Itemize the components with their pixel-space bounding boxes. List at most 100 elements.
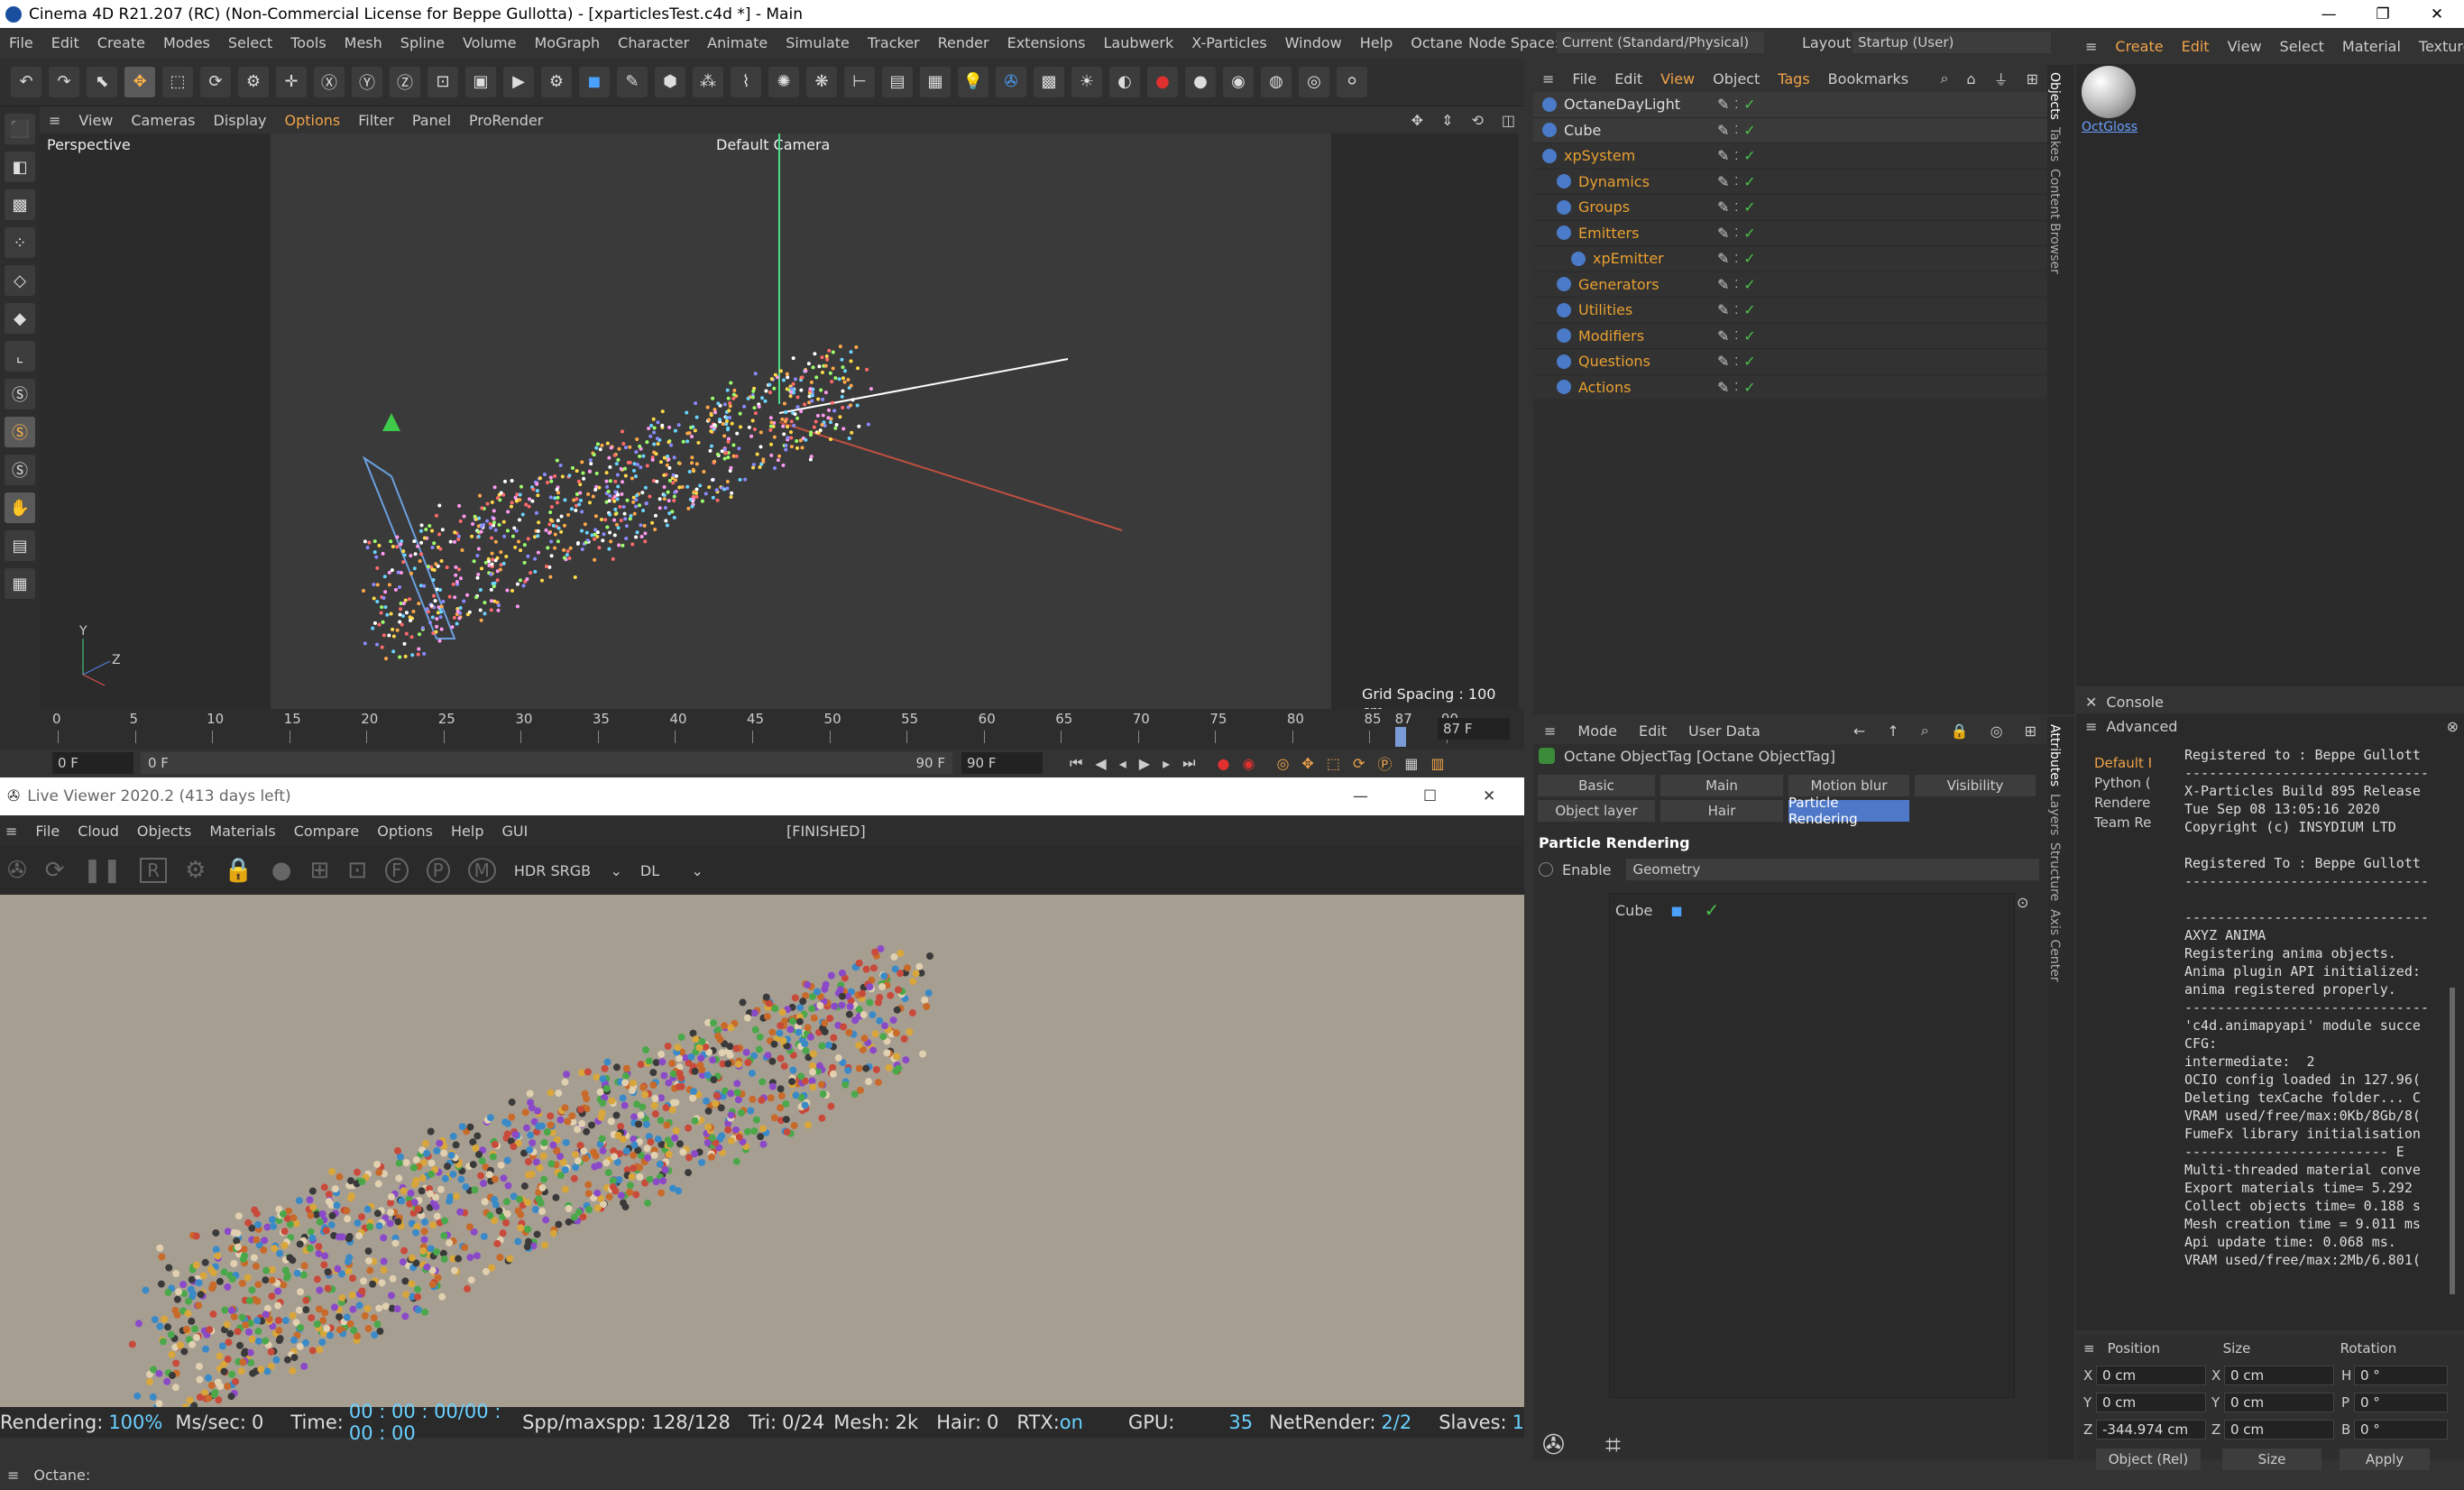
viewport-nav-move-icon[interactable]: ✥: [1411, 112, 1423, 129]
rotate-icon[interactable]: ⟳: [200, 66, 231, 97]
console-log[interactable]: Registered to : Beppe Gullott -----------…: [2184, 746, 2446, 1278]
key-position-icon[interactable]: ✥: [1301, 755, 1313, 772]
object-name[interactable]: Modifiers: [1578, 327, 1708, 345]
coord-panel-icon[interactable]: ≡: [2083, 1340, 2095, 1357]
mat-menu-material[interactable]: Material: [2342, 38, 2401, 55]
enabled-check-icon[interactable]: ✓: [1743, 122, 1755, 139]
enabled-check-icon[interactable]: ✓: [1743, 276, 1755, 293]
perspective-viewport[interactable]: Perspective Default Camera Grid Spacing …: [40, 133, 1519, 709]
object-name[interactable]: Cube: [1564, 122, 1708, 139]
lv-minimize-icon[interactable]: —: [1353, 787, 1368, 805]
object-name[interactable]: Generators: [1578, 276, 1708, 293]
key-param-icon[interactable]: Ⓟ: [1377, 752, 1392, 774]
enabled-check-icon[interactable]: ✓: [1743, 198, 1755, 216]
field-icon[interactable]: ✺: [768, 66, 799, 97]
xp-icon[interactable]: ❋: [806, 66, 837, 97]
lv-menu-gui[interactable]: GUI: [501, 823, 528, 840]
mat-menu-view[interactable]: View: [2228, 38, 2262, 55]
mat-menu-edit[interactable]: Edit: [2182, 38, 2210, 55]
size-field[interactable]: 0 cm: [2224, 1366, 2334, 1385]
subdivision-icon[interactable]: ⬢: [655, 66, 685, 97]
enabled-check-icon[interactable]: ✓: [1743, 147, 1755, 164]
visibility-dots-icon[interactable]: ⁚: [1734, 201, 1738, 214]
object-row[interactable]: Cube ✎ ⁚ ✓: [1533, 117, 2047, 143]
region-render-icon[interactable]: R: [140, 858, 168, 883]
workplane-icon[interactable]: ▤: [5, 530, 35, 561]
close-icon[interactable]: ✕: [2410, 5, 2464, 23]
enable-dropdown[interactable]: Geometry: [1625, 859, 2039, 880]
obj-menu-file[interactable]: File: [1572, 70, 1596, 87]
polygons-mode-icon[interactable]: ◆: [5, 303, 35, 334]
object-name[interactable]: Dynamics: [1578, 173, 1708, 190]
vp-menu-display[interactable]: Display: [214, 112, 267, 129]
menu-octane[interactable]: Octane: [1411, 34, 1462, 51]
menu-spline[interactable]: Spline: [400, 34, 445, 51]
lv-menu-objects[interactable]: Objects: [137, 823, 191, 840]
render-view-icon[interactable]: ▣: [465, 66, 496, 97]
console-clear-icon[interactable]: ⊗: [2447, 718, 2459, 735]
side-tab-axis-center[interactable]: Axis Center: [2047, 909, 2062, 982]
snap-enable-icon[interactable]: Ⓢ: [5, 417, 35, 447]
lv-menu-materials[interactable]: Materials: [209, 823, 275, 840]
object-name[interactable]: Utilities: [1578, 301, 1708, 318]
object-row[interactable]: Generators ✎ ⁚ ✓: [1533, 271, 2047, 298]
axis-mode-icon[interactable]: ⌞: [5, 341, 35, 372]
mat-panel-icon[interactable]: ≡: [2085, 38, 2097, 55]
object-name[interactable]: xpEmitter: [1593, 250, 1708, 267]
sun-icon[interactable]: ☀: [1071, 66, 1102, 97]
menu-help[interactable]: Help: [1360, 34, 1393, 51]
menu-edit[interactable]: Edit: [51, 34, 79, 51]
playhead[interactable]: [1394, 727, 1406, 747]
snap-settings-icon[interactable]: Ⓢ: [5, 455, 35, 485]
mat-menu-texture[interactable]: Texture: [2419, 38, 2464, 55]
tweak-icon[interactable]: ✋: [5, 492, 35, 523]
tab-particle-rendering[interactable]: Particle Rendering: [1788, 795, 1909, 827]
object-name[interactable]: OctaneDayLight: [1564, 96, 1708, 113]
vp-menu-filter[interactable]: Filter: [358, 112, 394, 129]
edit-toggle-icon[interactable]: ✎: [1717, 147, 1729, 164]
render-settings-icon[interactable]: ⚙: [541, 66, 572, 97]
object-name[interactable]: Emitters: [1578, 225, 1708, 242]
pick-icon[interactable]: P: [426, 858, 450, 883]
prev-key-icon[interactable]: ◀: [1095, 755, 1106, 772]
pen-icon[interactable]: ✎: [617, 66, 648, 97]
octane-line-icon[interactable]: ≡: [7, 1467, 19, 1484]
vp-menu-view[interactable]: View: [78, 112, 113, 129]
object-row[interactable]: xpSystem ✎ ⁚ ✓: [1533, 143, 2047, 170]
sphere-icon[interactable]: ●: [1185, 66, 1216, 97]
checker-icon[interactable]: ▩: [1034, 66, 1064, 97]
side-tab-content-browser[interactable]: Content Browser: [2047, 169, 2062, 274]
enabled-check-icon[interactable]: ✓: [1743, 173, 1755, 190]
tab-visibility[interactable]: Visibility: [1915, 775, 2036, 796]
edit-toggle-icon[interactable]: ✎: [1717, 379, 1729, 396]
node-editor-icon[interactable]: ⌗: [1605, 1430, 1621, 1461]
grid-lock-icon[interactable]: ▦: [5, 568, 35, 599]
enabled-check-icon[interactable]: ✓: [1743, 96, 1755, 113]
attr-target-icon[interactable]: ◎: [1991, 722, 2003, 740]
recent-tools-icon[interactable]: ⚙: [238, 66, 269, 97]
console-tree-item[interactable]: Rendere: [2094, 793, 2175, 813]
visibility-dots-icon[interactable]: ⁚: [1734, 278, 1738, 290]
menu-xparticles[interactable]: X-Particles: [1191, 34, 1266, 51]
rotation-field[interactable]: 0 °: [2354, 1366, 2448, 1385]
floor-icon[interactable]: ▤: [882, 66, 913, 97]
texture-mode-icon[interactable]: ▩: [5, 189, 35, 220]
visibility-dots-icon[interactable]: ⁚: [1734, 304, 1738, 317]
settings-gear-icon[interactable]: ⚙: [185, 857, 206, 884]
mat-menu-select[interactable]: Select: [2280, 38, 2324, 55]
object-row[interactable]: Questions ✎ ⁚ ✓: [1533, 349, 2047, 375]
menu-render[interactable]: Render: [938, 34, 989, 51]
obj-menu-view[interactable]: View: [1660, 70, 1695, 87]
list-check-icon[interactable]: ✓: [1705, 899, 1720, 921]
enabled-check-icon[interactable]: ✓: [1743, 353, 1755, 370]
object-row[interactable]: Dynamics ✎ ⁚ ✓: [1533, 169, 2047, 195]
material-pick-icon[interactable]: M: [467, 858, 496, 883]
object-name[interactable]: Questions: [1578, 353, 1708, 370]
obj-menu-edit[interactable]: Edit: [1614, 70, 1642, 87]
tab-object-layer[interactable]: Object layer: [1538, 800, 1655, 822]
lv-menu-cloud[interactable]: Cloud: [78, 823, 119, 840]
menu-mesh[interactable]: Mesh: [345, 34, 382, 51]
obj-filter-icon[interactable]: ⏚: [1994, 68, 2009, 89]
menu-simulate[interactable]: Simulate: [786, 34, 850, 51]
sphere-white-icon[interactable]: ⚪: [1337, 66, 1367, 97]
